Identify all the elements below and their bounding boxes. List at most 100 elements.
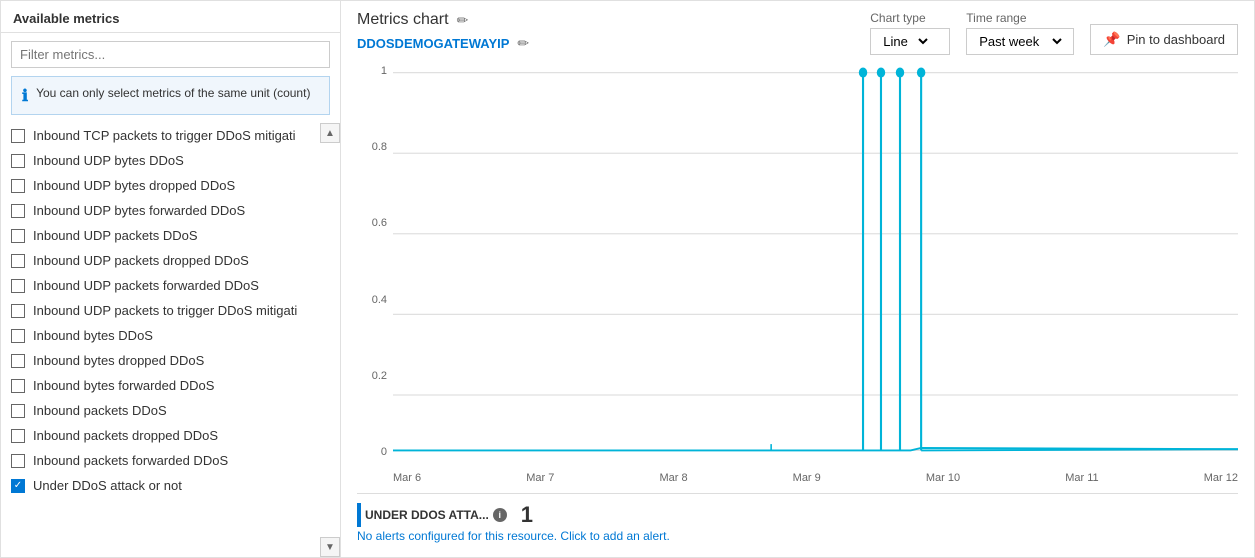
metric-checkbox[interactable] <box>11 379 25 393</box>
metric-label: Inbound bytes forwarded DDoS <box>33 378 214 393</box>
chart-type-group: Chart type LineBarArea <box>870 11 950 55</box>
chart-type-select[interactable]: LineBarArea <box>879 33 931 50</box>
metric-checkbox[interactable] <box>11 454 25 468</box>
metric-list-item[interactable]: Inbound UDP packets dropped DDoS <box>1 248 340 273</box>
metric-checkbox[interactable] <box>11 304 25 318</box>
y-axis-label: 0.2 <box>357 370 387 382</box>
metric-label: Inbound UDP packets DDoS <box>33 228 198 243</box>
resource-row: DDOSDEMOGATEWAYIP ✏ <box>357 35 529 52</box>
info-box: ℹ You can only select metrics of the sam… <box>11 76 330 115</box>
metric-checkbox[interactable] <box>11 429 25 443</box>
time-range-select[interactable]: Past weekPast dayPast hourPast month <box>975 33 1065 50</box>
time-range-label: Time range <box>966 11 1074 25</box>
filter-input-wrap <box>1 33 340 76</box>
metric-label: Inbound packets dropped DDoS <box>33 428 218 443</box>
bottom-bar: UNDER DDOS ATTA... i 1 No alerts configu… <box>357 494 1238 547</box>
alert-text-row: No alerts configured for this resource. … <box>357 528 1238 543</box>
metric-checkbox[interactable] <box>11 129 25 143</box>
metric-badge-name: UNDER DDOS ATTA... <box>365 508 489 522</box>
y-axis-label: 0 <box>357 446 387 458</box>
right-panel: Metrics chart ✏ DDOSDEMOGATEWAYIP ✏ Char… <box>341 1 1254 557</box>
chart-inner <box>393 60 1238 463</box>
metric-list-item[interactable]: Inbound packets DDoS <box>1 398 340 423</box>
metric-list-item[interactable]: Inbound UDP bytes forwarded DDoS <box>1 198 340 223</box>
metric-label: Inbound UDP packets dropped DDoS <box>33 253 249 268</box>
scroll-down-arrow[interactable]: ▼ <box>320 537 340 557</box>
metric-checkbox[interactable] <box>11 279 25 293</box>
metric-list-item[interactable]: Inbound TCP packets to trigger DDoS miti… <box>1 123 340 148</box>
y-axis-label: 0.6 <box>357 217 387 229</box>
metric-label: Under DDoS attack or not <box>33 478 182 493</box>
metric-list-item[interactable]: Inbound bytes forwarded DDoS <box>1 373 340 398</box>
metric-list-item[interactable]: Inbound UDP packets DDoS <box>1 223 340 248</box>
metric-label: Inbound packets DDoS <box>33 403 167 418</box>
x-axis-label: Mar 10 <box>926 472 960 484</box>
metric-checkbox[interactable] <box>11 254 25 268</box>
info-icon: ℹ <box>22 86 28 106</box>
x-axis-label: Mar 8 <box>659 472 687 484</box>
metric-checkbox[interactable] <box>11 229 25 243</box>
chart-type-select-wrap[interactable]: LineBarArea <box>870 28 950 55</box>
metric-info-icon[interactable]: i <box>493 508 507 522</box>
x-axis-label: Mar 9 <box>793 472 821 484</box>
x-axis-label: Mar 11 <box>1065 472 1098 484</box>
filter-metrics-input[interactable] <box>11 41 330 68</box>
metric-checkbox[interactable] <box>11 479 25 493</box>
chart-type-label: Chart type <box>870 11 950 25</box>
chart-header: Metrics chart ✏ <box>357 11 529 29</box>
metric-list-item[interactable]: Inbound packets dropped DDoS <box>1 423 340 448</box>
time-range-group: Time range Past weekPast dayPast hourPas… <box>966 11 1074 55</box>
metric-label: Inbound UDP bytes forwarded DDoS <box>33 203 245 218</box>
chart-title-edit-icon[interactable]: ✏ <box>457 12 469 29</box>
y-axis-label: 0.4 <box>357 294 387 306</box>
metric-list-item[interactable]: Inbound UDP packets forwarded DDoS <box>1 273 340 298</box>
time-range-select-wrap[interactable]: Past weekPast dayPast hourPast month <box>966 28 1074 55</box>
y-axis-label: 1 <box>357 65 387 77</box>
add-alert-link[interactable]: No alerts configured for this resource. … <box>357 529 670 543</box>
scroll-up-arrow[interactable]: ▲ <box>320 123 340 143</box>
metric-list-item[interactable]: Inbound bytes dropped DDoS <box>1 348 340 373</box>
badge-color-bar <box>357 503 361 527</box>
controls-row: Chart type LineBarArea Time range Past w… <box>870 11 1238 55</box>
metric-label: Inbound UDP bytes DDoS <box>33 153 184 168</box>
y-axis-label: 0.8 <box>357 141 387 153</box>
x-axis-label: Mar 7 <box>526 472 554 484</box>
metric-label: Inbound TCP packets to trigger DDoS miti… <box>33 128 296 143</box>
metric-list-item[interactable]: Inbound UDP bytes DDoS <box>1 148 340 173</box>
metrics-list: Inbound TCP packets to trigger DDoS miti… <box>1 123 340 557</box>
available-metrics-header: Available metrics <box>1 1 340 33</box>
metric-checkbox[interactable] <box>11 204 25 218</box>
metric-label: Inbound bytes dropped DDoS <box>33 353 204 368</box>
metric-list-item[interactable]: Under DDoS attack or not <box>1 473 340 498</box>
metric-checkbox[interactable] <box>11 329 25 343</box>
metric-badge-value: 1 <box>521 502 533 528</box>
left-panel: Available metrics ℹ You can only select … <box>1 1 341 557</box>
metric-list-item[interactable]: Inbound UDP packets to trigger DDoS miti… <box>1 298 340 323</box>
chart-area: 1 0.8 0.6 0.4 0.2 0 <box>357 60 1238 494</box>
x-axis-label: Mar 12 <box>1204 472 1238 484</box>
info-box-text: You can only select metrics of the same … <box>36 85 310 102</box>
metric-checkbox[interactable] <box>11 154 25 168</box>
metric-label: Inbound UDP packets forwarded DDoS <box>33 278 259 293</box>
x-axis-label: Mar 6 <box>393 472 421 484</box>
metric-label: Inbound UDP bytes dropped DDoS <box>33 178 235 193</box>
resource-name: DDOSDEMOGATEWAYIP <box>357 36 509 51</box>
metric-checkbox[interactable] <box>11 404 25 418</box>
x-axis: Mar 6 Mar 7 Mar 8 Mar 9 Mar 10 Mar 11 Mar 12 <box>393 463 1238 493</box>
chart-svg <box>393 60 1238 463</box>
metric-list-item[interactable]: Inbound UDP bytes dropped DDoS <box>1 173 340 198</box>
metric-label: Inbound UDP packets to trigger DDoS miti… <box>33 303 297 318</box>
resource-edit-icon[interactable]: ✏ <box>517 35 529 52</box>
metric-list-item[interactable]: Inbound packets forwarded DDoS <box>1 448 340 473</box>
metric-checkbox[interactable] <box>11 354 25 368</box>
metric-label: Inbound packets forwarded DDoS <box>33 453 228 468</box>
chart-title: Metrics chart <box>357 11 449 29</box>
metric-list-item[interactable]: Inbound bytes DDoS <box>1 323 340 348</box>
metric-checkbox[interactable] <box>11 179 25 193</box>
pin-to-dashboard-button[interactable]: 📌 Pin to dashboard <box>1090 24 1238 55</box>
pin-icon: 📌 <box>1103 31 1120 48</box>
pin-label: Pin to dashboard <box>1127 32 1225 47</box>
metric-badge-row: UNDER DDOS ATTA... i 1 <box>357 502 1238 528</box>
y-axis-labels: 1 0.8 0.6 0.4 0.2 0 <box>357 60 387 463</box>
metric-label: Inbound bytes DDoS <box>33 328 153 343</box>
